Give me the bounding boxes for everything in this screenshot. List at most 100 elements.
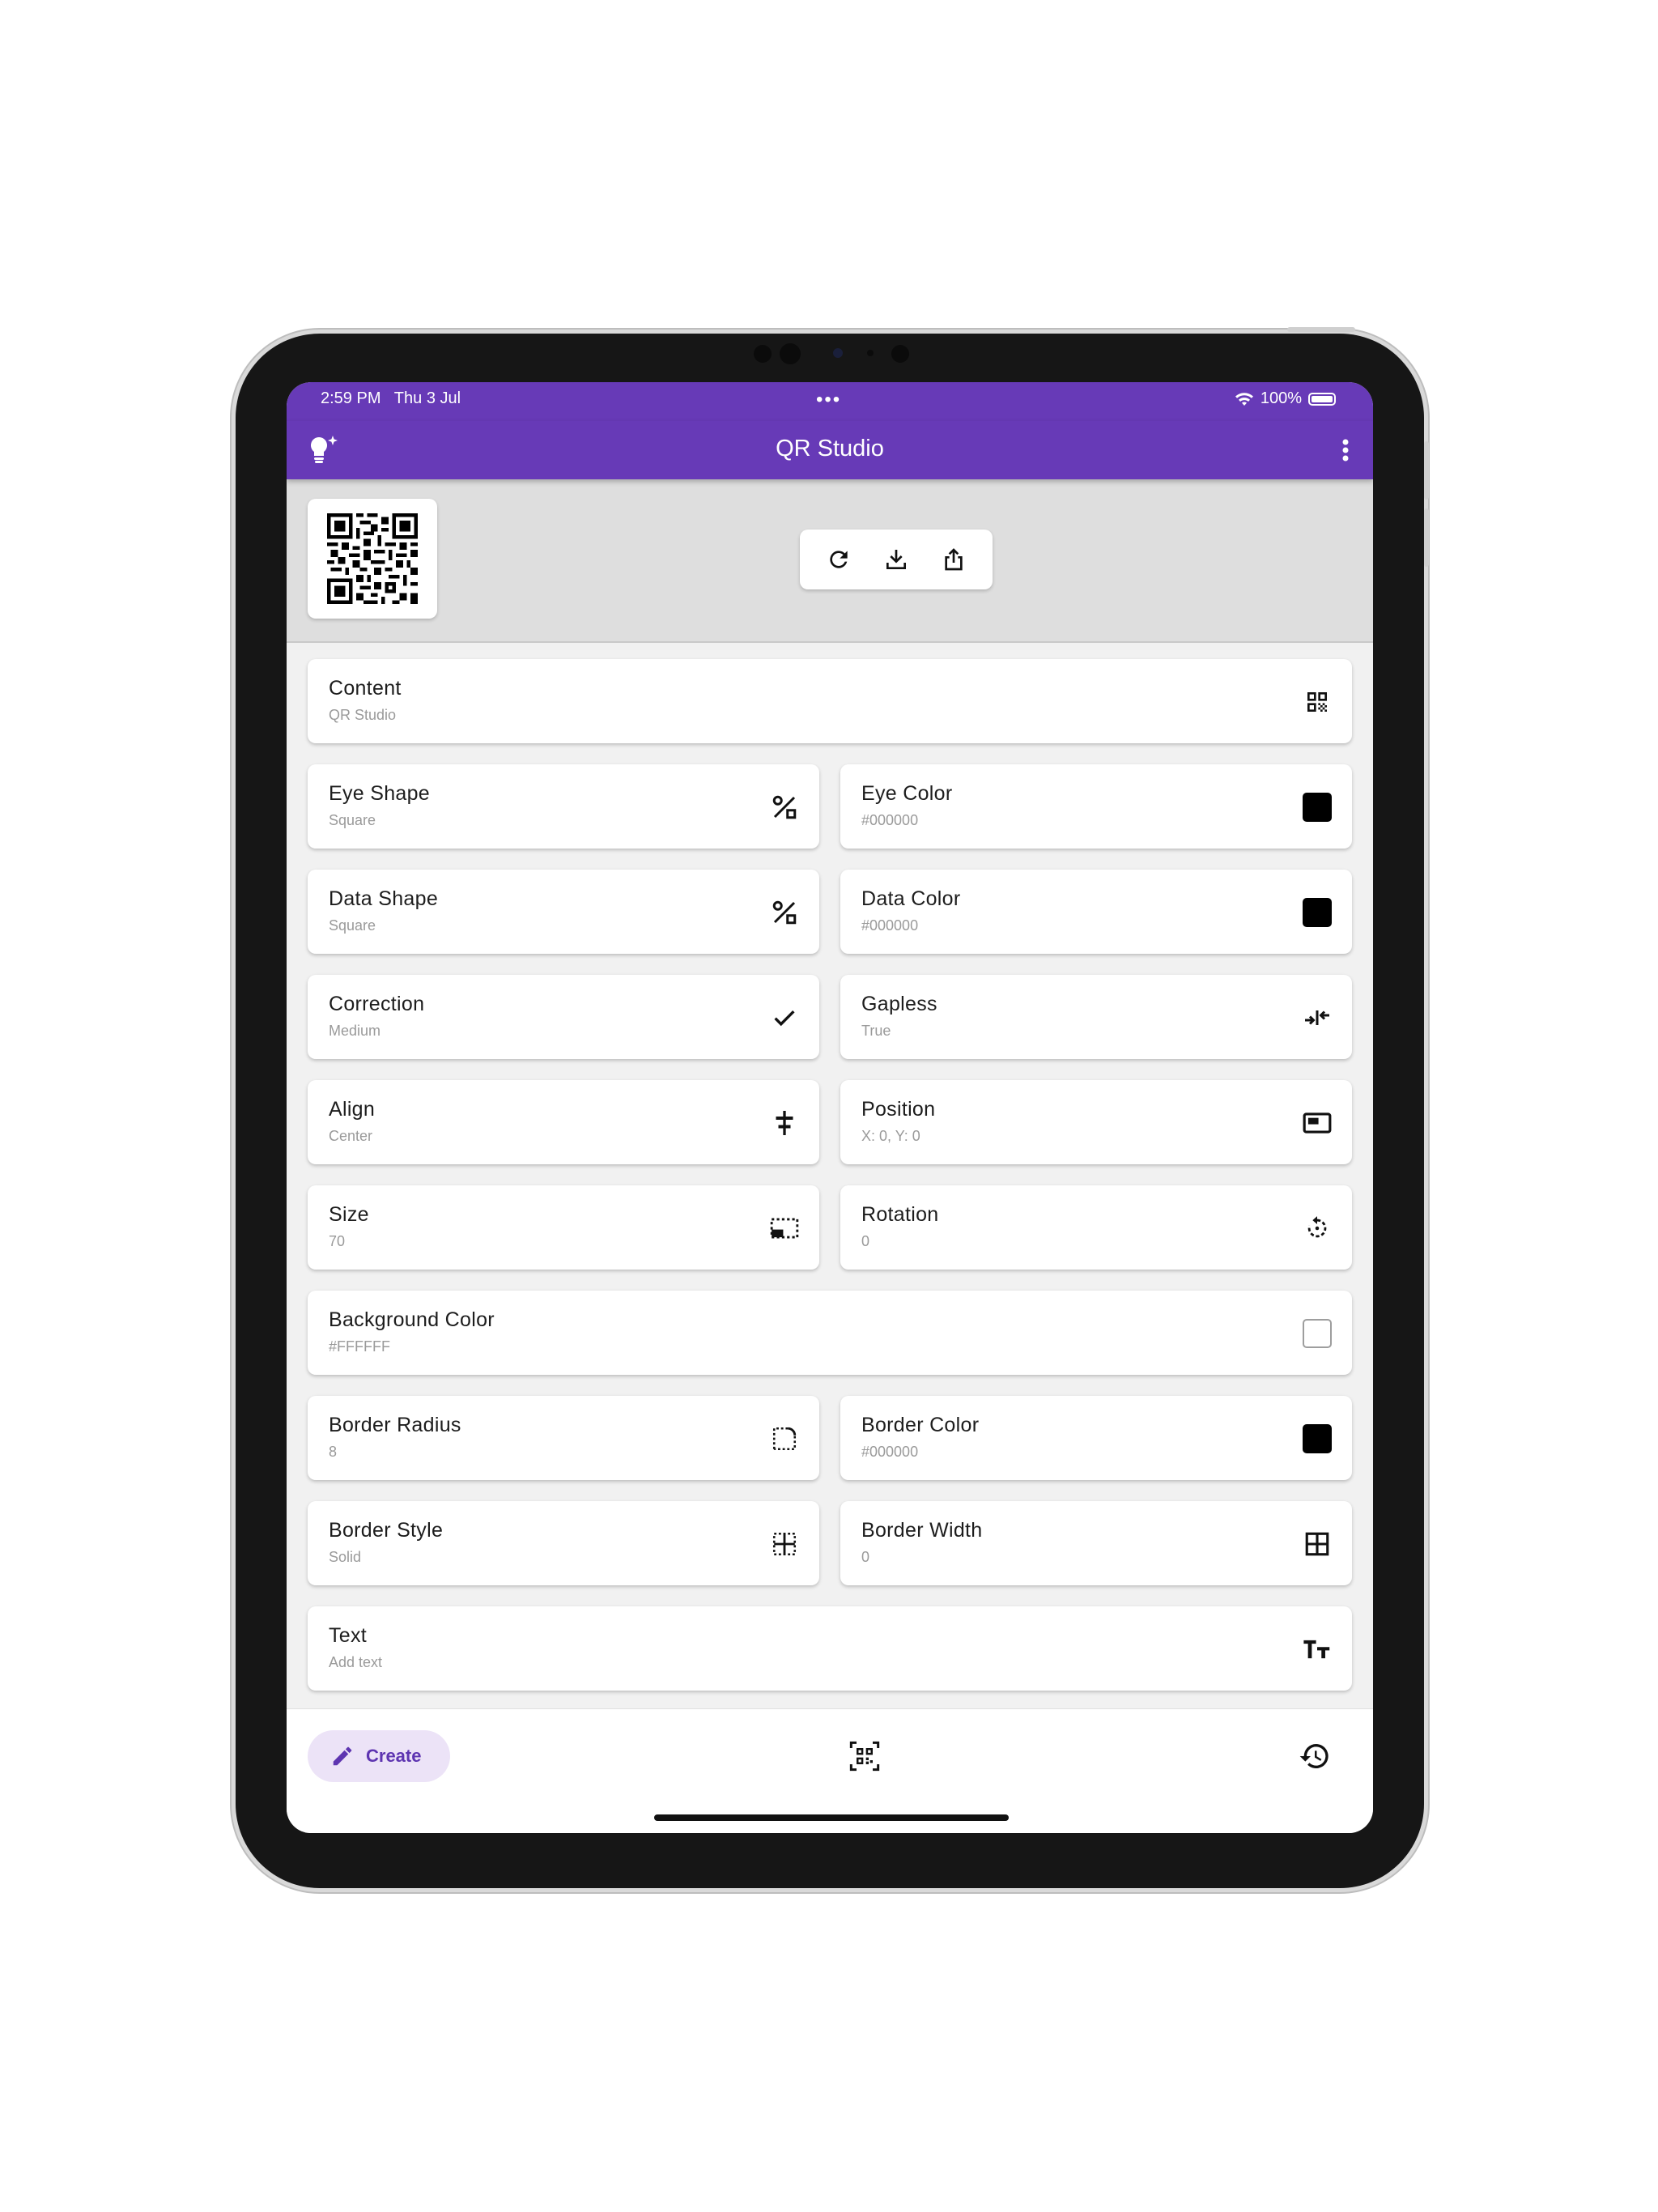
nav-create-label: Create <box>366 1746 422 1766</box>
setting-title: Align <box>329 1098 376 1121</box>
wifi-icon <box>1235 392 1253 406</box>
color-swatch <box>1302 1423 1333 1454</box>
setting-eye-shape[interactable]: Eye Shape Square <box>308 764 819 849</box>
setting-border-style[interactable]: Border Style Solid <box>308 1501 819 1585</box>
qr-code-icon <box>1302 687 1333 717</box>
power-button <box>1287 327 1355 332</box>
app-title: QR Studio <box>776 436 884 462</box>
border-all-icon <box>1302 1529 1333 1559</box>
setting-value: Solid <box>329 1549 362 1565</box>
setting-gapless[interactable]: Gapless True <box>840 975 1352 1059</box>
color-swatch <box>1302 792 1333 823</box>
bottom-navigation: Create <box>287 1708 1373 1833</box>
color-swatch <box>1302 1318 1333 1349</box>
color-swatch <box>1302 897 1333 928</box>
check-icon <box>769 1002 800 1033</box>
setting-value: True <box>861 1023 891 1039</box>
setting-title: Border Color <box>861 1414 980 1436</box>
setting-size[interactable]: Size 70 <box>308 1185 819 1270</box>
setting-value: #FFFFFF <box>329 1338 390 1355</box>
share-icon[interactable] <box>941 547 967 572</box>
setting-title: Eye Color <box>861 782 953 805</box>
setting-content[interactable]: Content QR Studio <box>308 659 1352 743</box>
qr-action-bar <box>800 530 993 589</box>
setting-background-color[interactable]: Background Color #FFFFFF <box>308 1291 1352 1375</box>
setting-border-color[interactable]: Border Color #000000 <box>840 1396 1352 1480</box>
home-indicator[interactable] <box>654 1814 1009 1821</box>
shapes-icon <box>769 792 800 823</box>
setting-text[interactable]: Text Add text <box>308 1606 1352 1691</box>
setting-title: Data Color <box>861 887 961 910</box>
setting-value: Add text <box>329 1654 383 1670</box>
setting-title: Position <box>861 1098 936 1121</box>
compress-arrows-icon <box>1302 1002 1333 1033</box>
setting-border-radius[interactable]: Border Radius 8 <box>308 1396 819 1480</box>
qr-scan-icon[interactable] <box>848 1740 881 1776</box>
setting-correction[interactable]: Correction Medium <box>308 975 819 1059</box>
setting-title: Data Shape <box>329 887 439 910</box>
setting-value: X: 0, Y: 0 <box>861 1128 920 1144</box>
setting-position[interactable]: Position X: 0, Y: 0 <box>840 1080 1352 1164</box>
volume-down-button <box>1424 508 1429 567</box>
edit-icon <box>333 1746 352 1766</box>
download-icon[interactable] <box>883 547 909 572</box>
multitasking-dots[interactable]: ••• <box>816 389 841 411</box>
setting-value: 8 <box>329 1444 338 1460</box>
shapes-icon <box>769 897 800 928</box>
setting-title: Eye Shape <box>329 782 431 805</box>
camera-lens <box>780 343 801 364</box>
align-center-icon <box>769 1108 800 1138</box>
battery-percent: 100% <box>1260 389 1302 407</box>
setting-title: Correction <box>329 993 425 1015</box>
setting-value: #000000 <box>861 917 919 934</box>
rotate-icon <box>1302 1213 1333 1244</box>
text-fields-icon <box>1302 1634 1333 1665</box>
resize-icon <box>769 1213 800 1244</box>
setting-border-width[interactable]: Border Width 0 <box>840 1501 1352 1585</box>
camera-flash <box>867 350 874 356</box>
setting-eye-color[interactable]: Eye Color #000000 <box>840 764 1352 849</box>
setting-value: 0 <box>861 1549 870 1565</box>
setting-title: Border Style <box>329 1519 444 1542</box>
setting-value: Center <box>329 1128 373 1144</box>
setting-value: Square <box>329 812 376 828</box>
camera-dot-right <box>891 345 909 363</box>
setting-rotation[interactable]: Rotation 0 <box>840 1185 1352 1270</box>
qr-code-preview[interactable] <box>308 499 437 619</box>
status-bar: 2:59 PM Thu 3 Jul ••• 100% <box>287 382 1373 421</box>
setting-value: #000000 <box>861 1444 919 1460</box>
more-vertical-icon[interactable] <box>1341 436 1350 469</box>
setting-title: Rotation <box>861 1203 939 1226</box>
camera-dot <box>754 345 772 363</box>
picture-in-picture-icon <box>1302 1108 1333 1138</box>
setting-value: #000000 <box>861 812 919 828</box>
setting-title: Border Radius <box>329 1414 461 1436</box>
setting-title: Content <box>329 677 402 700</box>
nav-create-button[interactable]: Create <box>308 1730 450 1782</box>
camera-sensor <box>833 348 843 358</box>
status-time: 2:59 PM Thu 3 Jul <box>321 389 461 407</box>
setting-value: Square <box>329 917 376 934</box>
status-indicators: 100% <box>1235 389 1336 408</box>
volume-up-button <box>1424 441 1429 500</box>
qr-code-image <box>327 513 418 604</box>
setting-align[interactable]: Align Center <box>308 1080 819 1164</box>
rounded-corner-icon <box>769 1423 800 1454</box>
history-icon[interactable] <box>1299 1740 1331 1776</box>
setting-title: Size <box>329 1203 369 1226</box>
app-screen: 2:59 PM Thu 3 Jul ••• 100% QR Studio Con… <box>287 382 1373 1833</box>
battery-icon <box>1308 392 1336 406</box>
border-inner-icon <box>769 1529 800 1559</box>
setting-title: Background Color <box>329 1308 495 1331</box>
setting-value: Medium <box>329 1023 381 1039</box>
app-bar: QR Studio <box>287 421 1373 479</box>
refresh-icon[interactable] <box>826 547 852 572</box>
setting-data-color[interactable]: Data Color #000000 <box>840 870 1352 954</box>
setting-value: 70 <box>329 1233 346 1249</box>
setting-title: Border Width <box>861 1519 983 1542</box>
setting-data-shape[interactable]: Data Shape Square <box>308 870 819 954</box>
setting-title: Gapless <box>861 993 937 1015</box>
setting-value: 0 <box>861 1233 870 1249</box>
setting-title: Text <box>329 1624 368 1647</box>
setting-value: QR Studio <box>329 707 397 723</box>
